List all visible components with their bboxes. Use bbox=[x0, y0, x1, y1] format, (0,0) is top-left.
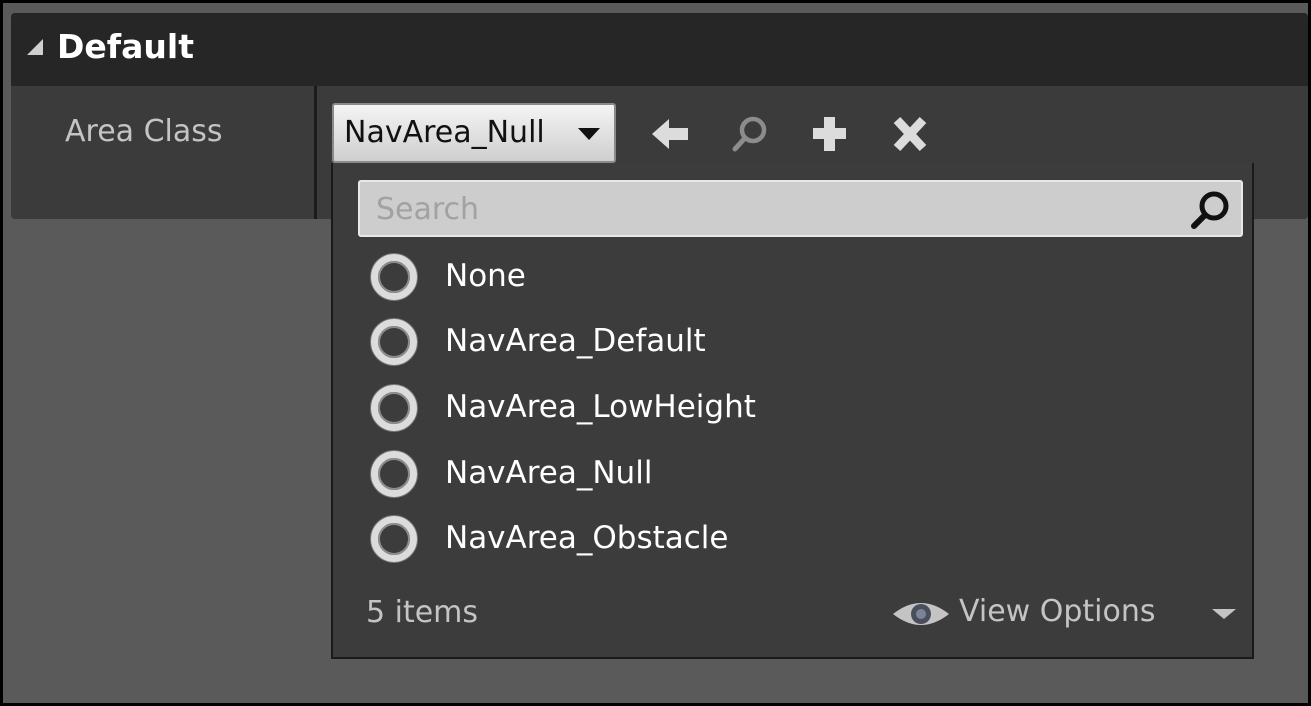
radio-button[interactable] bbox=[371, 516, 417, 562]
search-box[interactable] bbox=[358, 180, 1243, 237]
radio-button[interactable] bbox=[371, 319, 417, 365]
radio-button[interactable] bbox=[371, 451, 417, 497]
radio-button[interactable] bbox=[371, 254, 417, 300]
property-label: Area Class bbox=[65, 114, 223, 149]
item-label: None bbox=[445, 258, 526, 294]
column-divider[interactable] bbox=[314, 86, 317, 219]
list-item[interactable]: NavArea_Null bbox=[371, 445, 1231, 505]
radio-button[interactable] bbox=[371, 385, 417, 431]
use-selected-arrow-icon[interactable] bbox=[650, 115, 690, 153]
view-options-button[interactable]: View Options bbox=[891, 590, 1236, 634]
view-options-label: View Options bbox=[959, 594, 1156, 629]
item-label: NavArea_Null bbox=[445, 455, 653, 491]
area-class-combo[interactable]: NavArea_Null bbox=[332, 103, 616, 163]
combo-value: NavArea_Null bbox=[344, 115, 545, 150]
category-header[interactable]: Default bbox=[11, 13, 1308, 86]
clear-x-icon[interactable] bbox=[890, 115, 930, 153]
search-input[interactable] bbox=[374, 186, 1168, 233]
list-item[interactable]: NavArea_LowHeight bbox=[371, 379, 1231, 439]
collapse-triangle-icon[interactable] bbox=[27, 39, 43, 55]
list-item[interactable]: None bbox=[371, 248, 1231, 308]
list-item[interactable]: NavArea_Obstacle bbox=[371, 510, 1231, 570]
search-icon bbox=[1191, 191, 1229, 229]
item-label: NavArea_LowHeight bbox=[445, 389, 756, 425]
eye-icon bbox=[893, 603, 949, 625]
list-item[interactable]: NavArea_Default bbox=[371, 313, 1231, 373]
add-plus-icon[interactable] bbox=[810, 115, 850, 153]
browse-search-icon[interactable] bbox=[730, 115, 770, 153]
chevron-down-icon bbox=[578, 128, 600, 140]
details-window: Default Area Class NavArea_Null No bbox=[3, 3, 1308, 703]
chevron-down-icon bbox=[1212, 609, 1236, 619]
item-label: NavArea_Default bbox=[445, 323, 706, 359]
item-count: 5 items bbox=[366, 595, 479, 630]
category-title: Default bbox=[57, 27, 194, 66]
item-label: NavArea_Obstacle bbox=[445, 520, 729, 556]
class-picker-dropdown: None NavArea_Default NavArea_LowHeight N… bbox=[331, 163, 1254, 659]
